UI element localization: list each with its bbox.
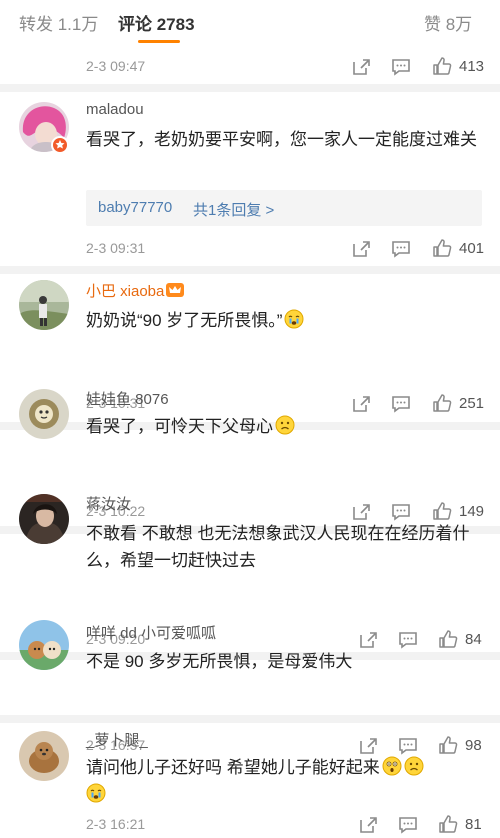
avatar[interactable] [19, 731, 69, 781]
tab-likes[interactable]: 赞 8万 [424, 10, 472, 35]
comment-icon[interactable] [397, 814, 419, 836]
like-count: 81 [465, 816, 482, 833]
tab-comments[interactable]: 评论 2783 [118, 10, 195, 35]
comment-time: 2-3 09:47 [86, 58, 146, 74]
like-icon[interactable] [431, 500, 453, 522]
avatar[interactable] [19, 620, 69, 670]
like-count: 251 [459, 395, 485, 412]
comment-text-content: 奶奶说“90 岁了无所畏惧。” [86, 311, 283, 330]
like-count: 84 [465, 631, 482, 648]
like-icon[interactable] [437, 813, 459, 835]
like-count: 149 [459, 503, 485, 520]
username[interactable]: _萝卜腿_ [86, 729, 148, 750]
username[interactable]: 咩咩 dd 小可爱呱呱 [86, 622, 216, 643]
repost-icon[interactable] [350, 238, 372, 260]
username[interactable]: 蒋汝汝 [86, 493, 131, 514]
avatar[interactable] [19, 280, 69, 330]
active-tab-indicator [138, 40, 180, 43]
sad-emoji-icon [275, 415, 295, 435]
username-text: 小巴 xiaoba [86, 283, 165, 300]
comment-text-content: 看哭了，可怜天下父母心 [86, 417, 273, 436]
comment-icon[interactable] [390, 56, 412, 78]
comment-text: 请问他儿子还好吗 希望她儿子能好起来 [86, 754, 481, 808]
comment-icon[interactable] [390, 238, 412, 260]
replies-preview[interactable]: baby77770 共1条回复 > [86, 190, 482, 226]
reply-username[interactable]: baby77770 [98, 199, 172, 216]
crying-emoji-icon [86, 783, 106, 803]
avatar[interactable] [19, 389, 69, 439]
comment-text: 看哭了，老奶奶要平安啊，您一家人一定能度过难关 [86, 130, 477, 149]
comment-time: 2-3 16:21 [86, 816, 146, 832]
like-count: 401 [459, 240, 485, 257]
username[interactable]: 小巴 xiaoba [86, 280, 185, 301]
divider [0, 84, 500, 92]
shocked-emoji-icon [382, 756, 402, 776]
comment-icon[interactable] [390, 393, 412, 415]
like-icon[interactable] [437, 734, 459, 756]
comment-text: 不是 90 多岁无所畏惧，是母爱伟大 [86, 652, 353, 671]
like-icon[interactable] [431, 237, 453, 259]
comment-feed: 2-3 09:47 413 maladou 看哭了，老奶奶要平安啊，您一家人一定… [0, 48, 500, 838]
vip-crown-icon [166, 283, 185, 297]
divider [0, 266, 500, 274]
like-icon[interactable] [437, 628, 459, 650]
avatar[interactable] [19, 494, 69, 544]
like-icon[interactable] [431, 392, 453, 414]
tab-repost[interactable]: 转发 1.1万 [19, 10, 98, 35]
verified-badge-icon [51, 136, 69, 154]
sad-emoji-icon [404, 756, 424, 776]
repost-icon[interactable] [350, 393, 372, 415]
comment-text: 看哭了，可怜天下父母心 [86, 413, 481, 440]
repost-icon[interactable] [350, 56, 372, 78]
tab-bar: 转发 1.1万 评论 2783 赞 8万 [0, 0, 500, 48]
username[interactable]: 娃娃鱼 8076 [86, 388, 169, 409]
comment-text: 奶奶说“90 岁了无所畏惧。” [86, 307, 481, 334]
repost-icon[interactable] [357, 814, 379, 836]
comment-text-content: 请问他儿子还好吗 希望她儿子能好起来 [86, 758, 380, 777]
username[interactable]: maladou [86, 101, 144, 118]
comment-time: 2-3 09:31 [86, 240, 146, 256]
like-icon[interactable] [431, 55, 453, 77]
crying-emoji-icon [284, 309, 304, 329]
comment-text: 不敢看 不敢想 也无法想象武汉人民现在在经历着什么，希望一切赶快过去 [86, 524, 470, 570]
reply-count-link[interactable]: 共1条回复 > [193, 199, 274, 220]
divider [0, 715, 500, 723]
like-count: 413 [459, 58, 485, 75]
like-count: 98 [465, 737, 482, 754]
